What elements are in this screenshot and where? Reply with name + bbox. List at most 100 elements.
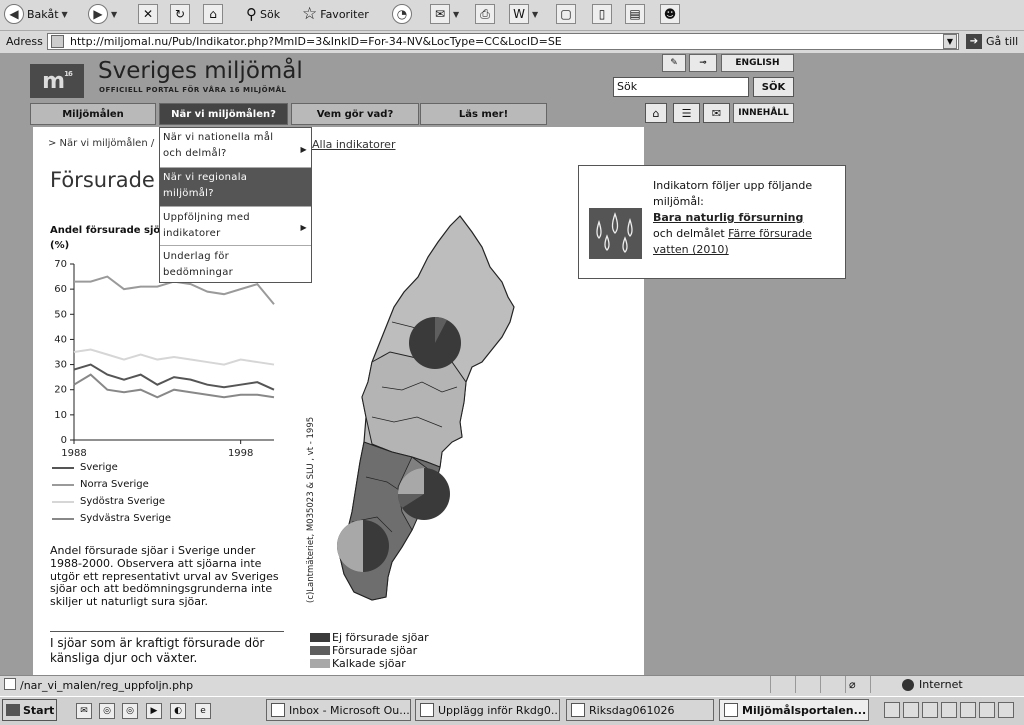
messenger-icon[interactable]: ▯ [592, 4, 612, 24]
tray-icon[interactable] [941, 702, 957, 718]
mail-icon: ✉ [430, 4, 450, 24]
address-dropdown-icon[interactable]: ▼ [943, 34, 957, 49]
y-tick-label: 40 [54, 334, 67, 345]
chevron-down-icon[interactable]: ▼ [62, 10, 68, 19]
refresh-icon[interactable]: ↻ [170, 4, 190, 24]
nav-miljomalen[interactable]: Miljömålen [30, 103, 156, 125]
go-button[interactable]: ➔ Gå till [966, 34, 1018, 49]
quicklaunch-icon[interactable]: ◐ [170, 703, 186, 719]
site-logo[interactable]: m 16 [30, 64, 84, 98]
back-label: Bakåt [27, 7, 59, 21]
submenu-arrow-icon: ▶ [300, 223, 307, 232]
info-and: och delmålet [653, 227, 725, 240]
system-tray [884, 699, 1024, 721]
favorites-button[interactable]: ☆ Favoriter [302, 3, 369, 25]
status-cell [845, 676, 846, 693]
tray-icon[interactable] [884, 702, 900, 718]
search-icon: ⚲ [246, 5, 257, 23]
address-label: Adress [6, 35, 43, 48]
favorites-label: Favoriter [320, 7, 369, 21]
edit-button[interactable]: W ▼ [509, 3, 538, 25]
print-icon[interactable]: ⎙ [475, 4, 495, 24]
chart-title: Andel försurade sjöar (%) [50, 223, 172, 253]
nav-vem-gor-vad[interactable]: Vem gör vad? [291, 103, 419, 125]
y-tick-label: 30 [54, 360, 67, 371]
tray-icon[interactable] [922, 702, 938, 718]
legend-label: Kalkade sjöar [332, 657, 406, 670]
map-credit-text: (c)Lantmäteriet, M035023 & SLU , vt - 19… [306, 417, 316, 603]
stop-icon[interactable]: ✕ [138, 4, 158, 24]
security-icon: ⌀ [849, 678, 856, 691]
users-icon[interactable]: ☻ [660, 4, 680, 24]
chevron-down-icon[interactable]: ▼ [453, 10, 459, 19]
windows-logo-icon [6, 704, 20, 716]
research-icon[interactable]: ▤ [625, 4, 645, 24]
task-upplagg[interactable]: Upplägg inför Rkdg0... [415, 699, 560, 721]
line-chart: 0 10 20 30 40 50 60 70 1988 1998 [54, 259, 275, 459]
quicklaunch-icon[interactable]: ▶ [146, 703, 162, 719]
quicklaunch-icon[interactable]: e [195, 703, 211, 719]
quicklaunch-icon[interactable]: ◎ [99, 703, 115, 719]
info-text: Indikatorn följer upp följande miljömål:… [653, 178, 838, 258]
chevron-down-icon[interactable]: ▼ [532, 10, 538, 19]
map-credit: (c)Lantmäteriet, M035023 & SLU , vt - 19… [306, 417, 316, 603]
legend-swatch [52, 483, 74, 486]
breadcrumb-link[interactable]: Alla indikatorer [312, 138, 395, 151]
home-icon[interactable]: ⌂ [645, 103, 667, 123]
home-icon[interactable]: ⌂ [203, 4, 223, 24]
menu-item-underlag[interactable]: Underlag för bedömningar [160, 247, 311, 282]
mail-button[interactable]: ✉ ▼ [430, 3, 459, 25]
ie-icon [724, 703, 738, 717]
page-icon [4, 678, 16, 690]
pencil-icon[interactable]: ✎ [662, 54, 686, 72]
contents-button[interactable]: INNEHÅLL [733, 103, 794, 123]
tray-icon[interactable] [960, 702, 976, 718]
pie-south [337, 520, 389, 572]
description-text: Andel försurade sjöar i Sverige under 19… [50, 544, 279, 609]
menu-item-line: bedömningar [163, 267, 234, 278]
security-zone: Internet [902, 678, 963, 691]
menu-item-nationella[interactable]: När vi nationella mål och delmål? ▶ [160, 130, 311, 168]
goal-link[interactable]: Bara naturlig försurning [653, 211, 803, 224]
site-search-button[interactable]: SÖK [753, 77, 794, 97]
site-title: Sveriges miljömål [98, 58, 303, 84]
go-arrow-icon: ➔ [966, 34, 982, 49]
legend-label: Sydöstra Sverige [80, 496, 166, 507]
nav-nar-vi-miljomalen[interactable]: När vi miljömålen? [159, 103, 288, 125]
quicklaunch-icon[interactable]: ◎ [122, 703, 138, 719]
task-riksdag[interactable]: Riksdag061026 [566, 699, 714, 721]
pie-middle [397, 468, 450, 520]
task-label: Upplägg inför Rkdg0... [438, 703, 560, 717]
submenu-arrow-icon: ▶ [300, 145, 307, 154]
map-legend-ej: Ej försurade sjöar [310, 631, 429, 644]
site-search-input[interactable]: Sök [613, 77, 749, 97]
nav-las-mer[interactable]: Läs mer! [420, 103, 547, 125]
history-icon[interactable]: ◔ [392, 4, 412, 24]
task-miljomalsportalen[interactable]: Miljömålsportalen... [719, 699, 869, 721]
search-button[interactable]: ⚲ Sök [246, 3, 280, 25]
zone-label: Internet [919, 678, 963, 691]
english-button[interactable]: ENGLISH [721, 54, 794, 72]
divider [50, 631, 284, 632]
chart-title-line2: (%) [50, 240, 70, 251]
quicklaunch-icon[interactable]: ✉ [76, 703, 92, 719]
index-icon[interactable]: ☰ [673, 103, 700, 123]
tray-icon[interactable] [998, 702, 1014, 718]
address-input[interactable]: http://miljomal.nu/Pub/Indikator.php?MmI… [47, 33, 959, 50]
key-icon[interactable]: ⊸ [689, 54, 717, 72]
nav-label: Miljömålen [62, 108, 124, 120]
menu-item-regionala[interactable]: När vi regionala miljömål? [160, 168, 311, 207]
mail-icon[interactable]: ✉ [703, 103, 730, 123]
forward-button[interactable]: ▶ ▼ [88, 3, 117, 25]
task-inbox[interactable]: Inbox - Microsoft Ou... [266, 699, 411, 721]
tray-icon[interactable] [903, 702, 919, 718]
address-bar: Adress http://miljomal.nu/Pub/Indikator.… [0, 31, 1024, 54]
tray-icon[interactable] [979, 702, 995, 718]
discuss-icon[interactable]: ▢ [556, 4, 576, 24]
menu-item-uppfoljning[interactable]: Uppföljning med indikatorer ▶ [160, 208, 311, 246]
start-button[interactable]: Start [2, 699, 57, 721]
back-button[interactable]: ◀ Bakåt ▼ [4, 3, 68, 25]
menu-item-line: Underlag för [163, 251, 230, 262]
chevron-down-icon[interactable]: ▼ [111, 10, 117, 19]
logo-badge: 16 [64, 70, 73, 78]
